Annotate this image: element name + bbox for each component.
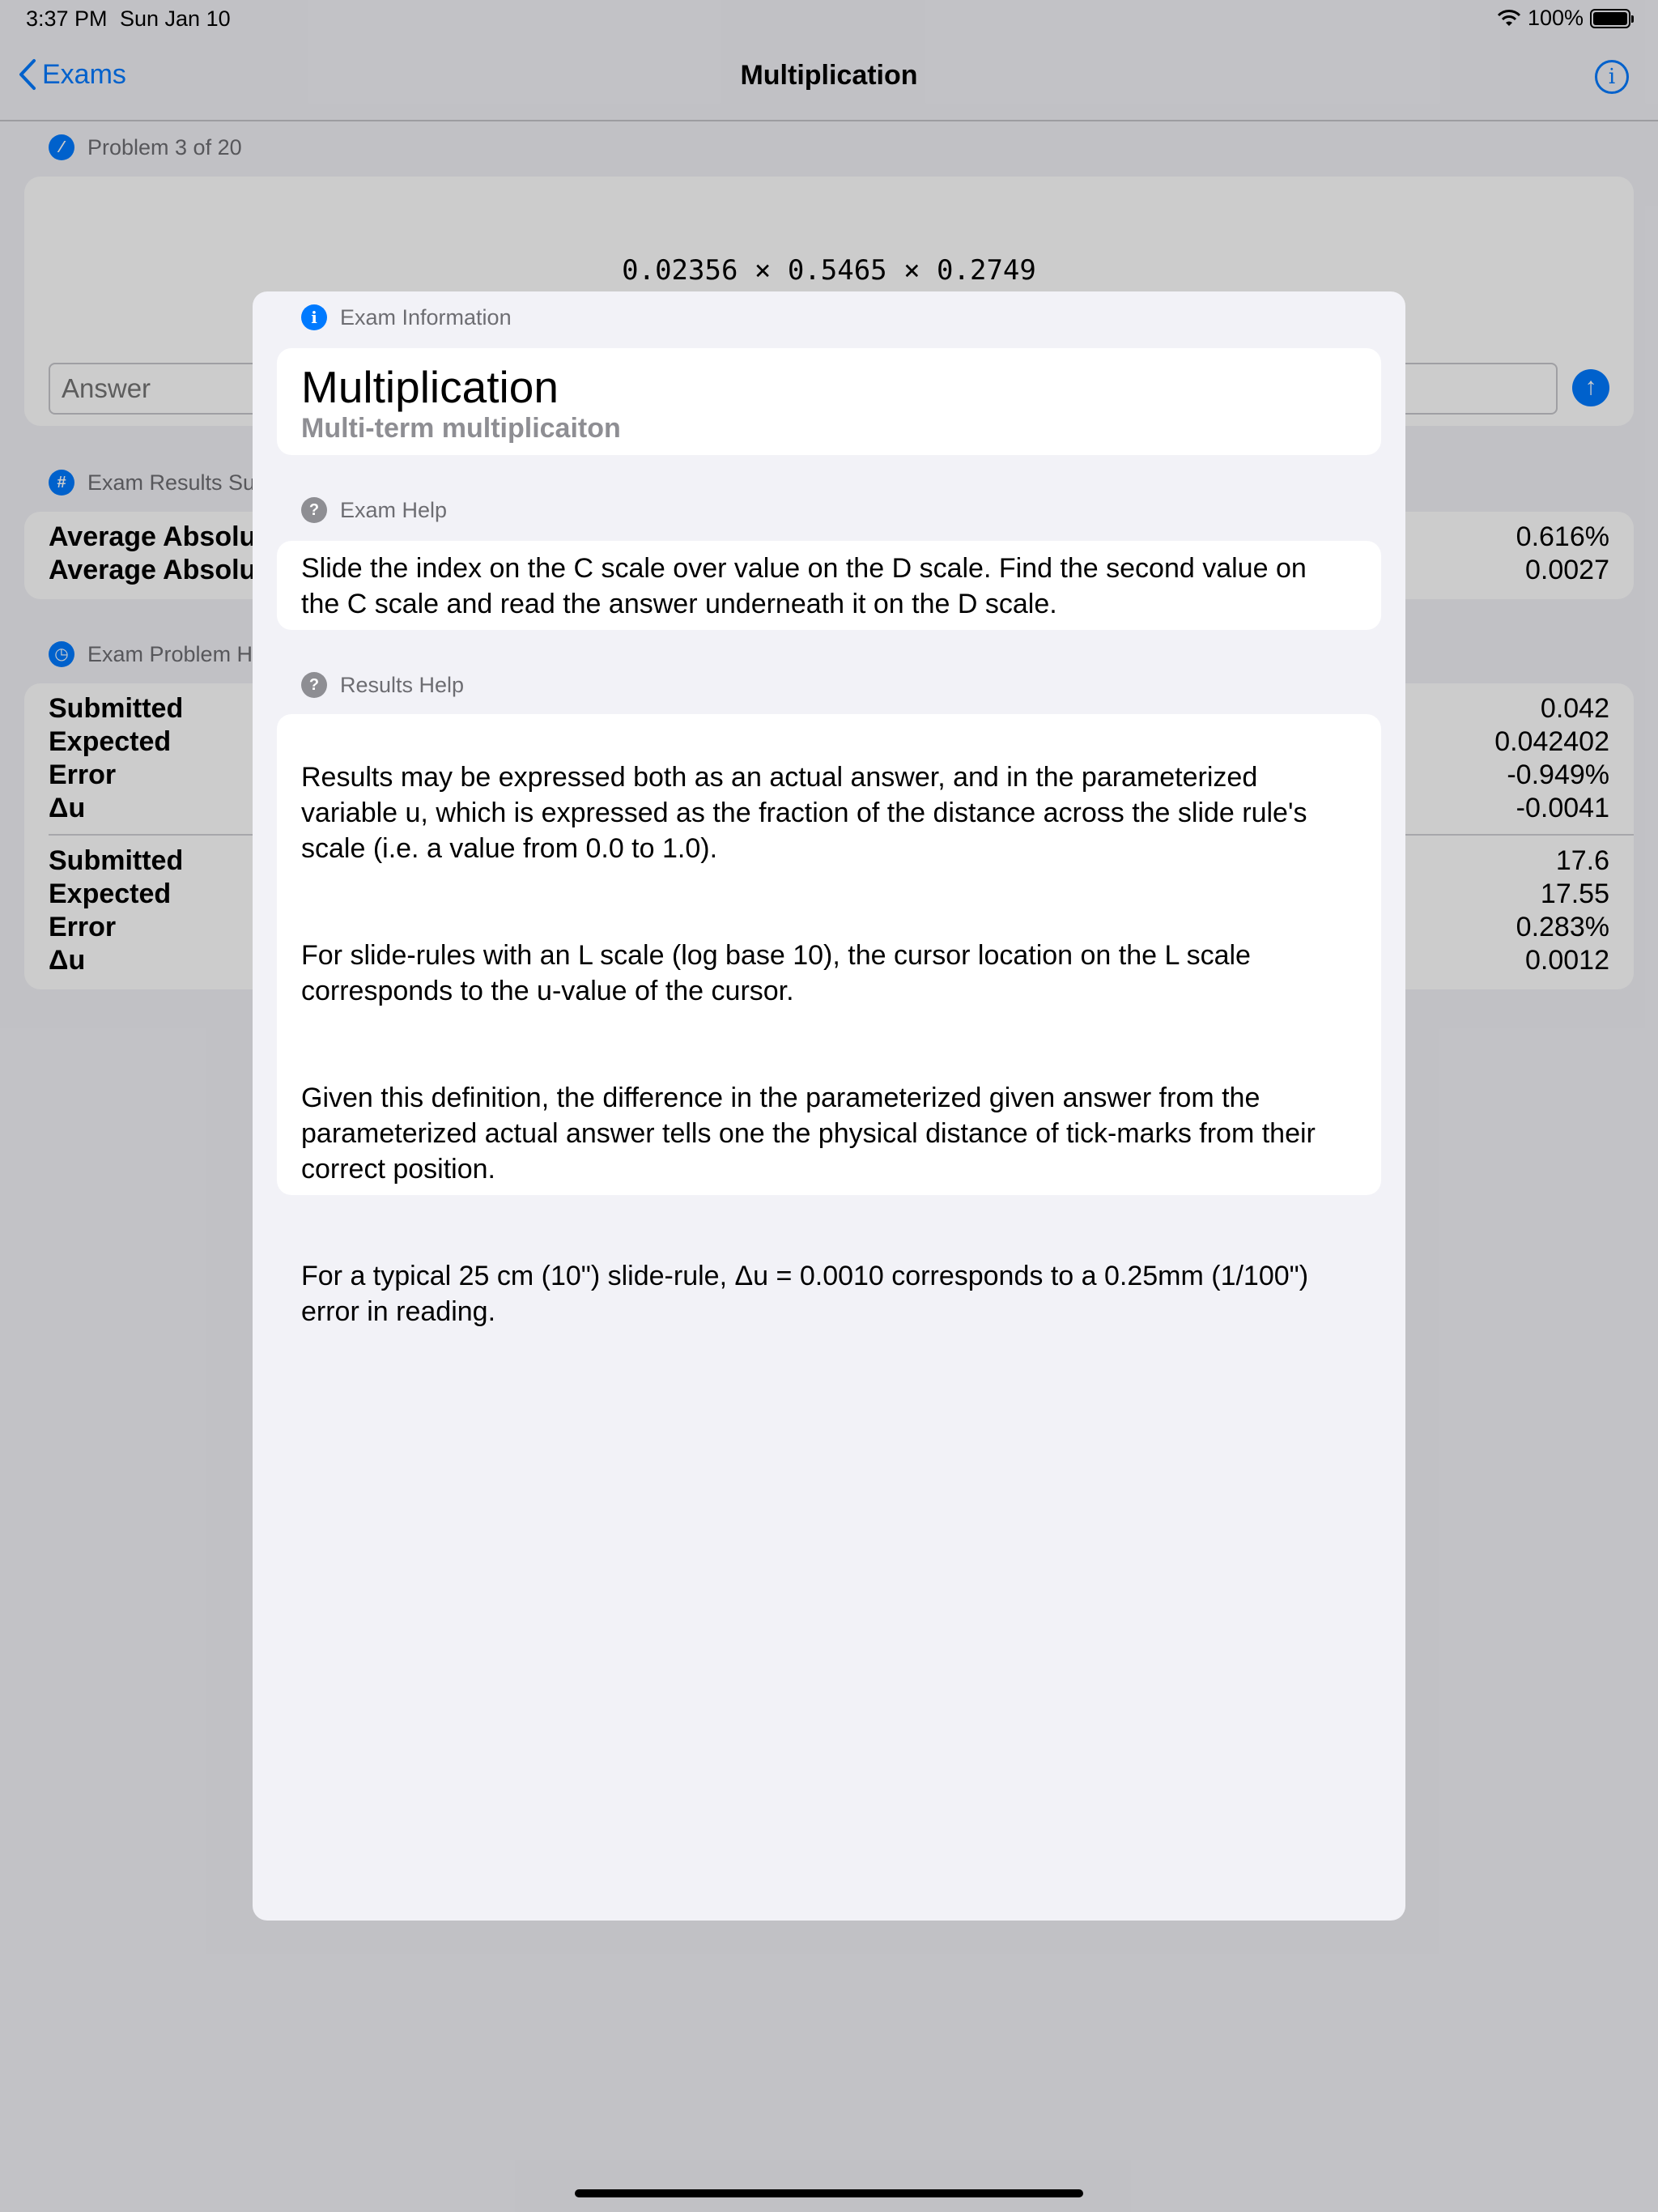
results-help-paragraph: For slide-rules with an L scale (log bas… [301,940,1251,1006]
results-help-text: Results may be expressed both as an actu… [301,724,1357,1365]
home-indicator[interactable] [575,2189,1083,2197]
exam-info-sheet: i Exam Information Multiplication Multi-… [253,291,1405,1921]
question-icon: ? [301,672,327,698]
results-help-header: ? Results Help [301,672,464,698]
exam-info-header-label: Exam Information [340,304,512,330]
exam-help-text: Slide the index on the C scale over valu… [301,553,1307,619]
results-help-paragraph: Given this definition, the difference in… [301,1083,1316,1185]
results-help-paragraph: For a typical 25 cm (10") slide-rule, Δu… [301,1261,1309,1327]
exam-help-header: ? Exam Help [301,497,447,523]
exam-title: Multiplication [301,362,559,412]
exam-info-header: i Exam Information [301,304,512,330]
results-help-card: Results may be expressed both as an actu… [277,714,1381,1327]
exam-info-card: Multiplication Multi-term multiplicaiton [277,348,1381,455]
exam-help-card: Slide the index on the C scale over valu… [277,541,1381,630]
info-icon: i [301,304,327,330]
exam-subtitle: Multi-term multiplicaiton [301,413,621,444]
exam-help-header-label: Exam Help [340,497,448,522]
results-help-header-label: Results Help [340,672,465,697]
question-icon: ? [301,497,327,523]
results-help-paragraph: Results may be expressed both as an actu… [301,762,1307,864]
